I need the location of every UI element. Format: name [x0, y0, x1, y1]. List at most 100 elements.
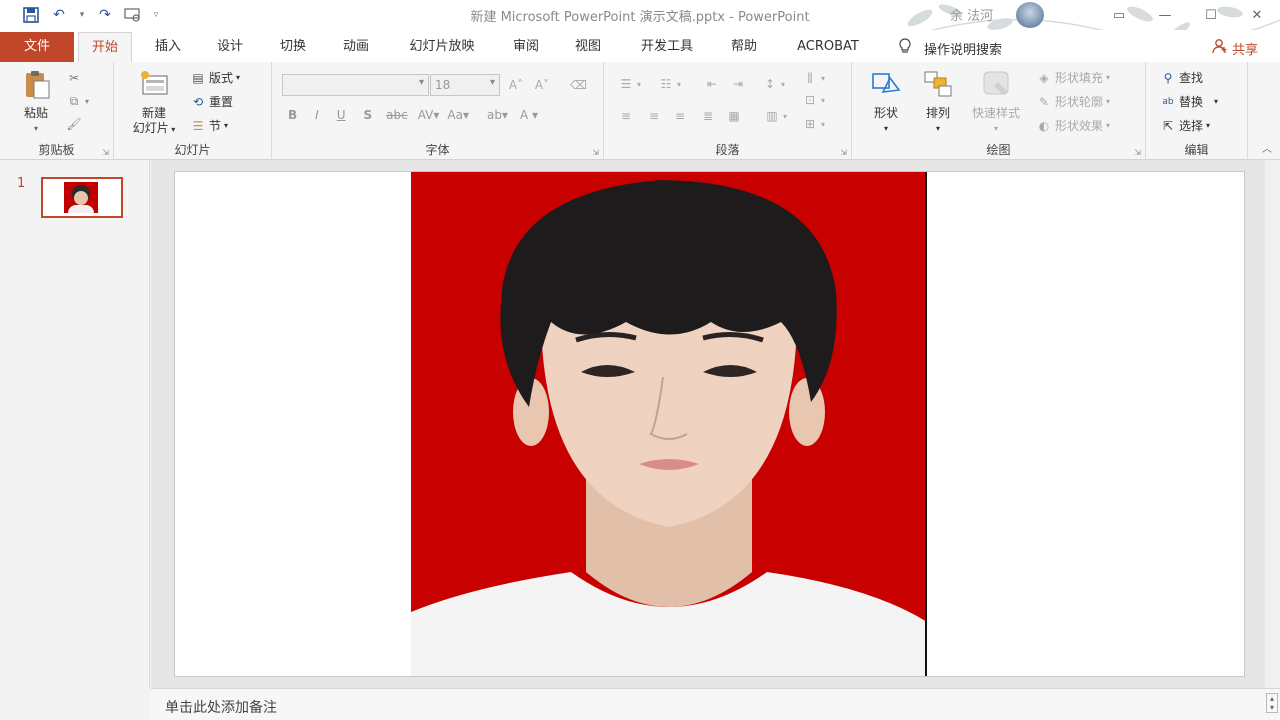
- font-color-icon[interactable]: A ▾: [520, 108, 538, 122]
- italic-icon[interactable]: I: [315, 108, 319, 122]
- change-case-icon[interactable]: Aa▾: [447, 108, 469, 122]
- strikethrough-icon[interactable]: abc: [386, 108, 408, 122]
- format-painter-button[interactable]: 🖌: [66, 116, 82, 132]
- user-avatar[interactable]: [1016, 2, 1044, 28]
- font-size-value: 18: [435, 78, 451, 92]
- new-slide-label-2: 幻灯片: [132, 121, 169, 135]
- tab-animations[interactable]: 动画: [334, 32, 378, 62]
- font-label: 字体: [425, 143, 450, 157]
- align-left-button[interactable]: ≡: [618, 108, 634, 124]
- quick-styles-label: 快速样式: [971, 106, 1020, 120]
- section-label: 节: [209, 119, 222, 133]
- undo-icon[interactable]: ↶: [48, 4, 70, 26]
- ribbon-display-options-icon[interactable]: ▭: [1096, 0, 1142, 30]
- smartart-button[interactable]: ⊞ ▾: [802, 116, 825, 132]
- columns-icon: ▥: [766, 109, 778, 123]
- distributed-button[interactable]: ▦: [726, 108, 742, 124]
- justify-button[interactable]: ≣: [700, 108, 716, 124]
- slideshow-from-start-icon[interactable]: [122, 4, 144, 26]
- new-slide-button[interactable]: 新建 幻灯片 ▾: [124, 68, 184, 137]
- align-left-icon: ≡: [620, 109, 632, 123]
- layout-button[interactable]: ▤ 版式 ▾: [190, 69, 240, 86]
- tab-help[interactable]: 帮助: [722, 32, 766, 62]
- slides-label: 幻灯片: [174, 143, 211, 157]
- tab-home[interactable]: 开始: [78, 32, 132, 62]
- font-name-combobox[interactable]: ▾: [282, 74, 429, 96]
- minimize-icon[interactable]: —: [1142, 0, 1188, 30]
- shapes-button[interactable]: 形状 ▾: [864, 68, 908, 136]
- search-icon: ⚲: [1163, 70, 1173, 85]
- shape-outline-button[interactable]: ✎ 形状轮廓 ▾: [1036, 93, 1110, 110]
- notes-placeholder: 单击此处添加备注: [165, 700, 277, 716]
- decrease-font-size-button[interactable]: A˅: [534, 77, 550, 93]
- portrait-photo[interactable]: [411, 172, 927, 676]
- save-icon[interactable]: [20, 4, 42, 26]
- distributed-icon: ▦: [728, 109, 740, 123]
- notes-scroll-icon[interactable]: ▴ ▾: [1266, 693, 1278, 713]
- cut-button[interactable]: ✂: [66, 70, 82, 86]
- maximize-icon[interactable]: ☐: [1188, 0, 1234, 30]
- font-launcher-icon[interactable]: ⇲: [592, 148, 599, 157]
- arrange-button[interactable]: 排列 ▾: [916, 68, 960, 136]
- quick-styles-button[interactable]: 快速样式 ▾: [964, 68, 1028, 136]
- bold-icon[interactable]: B: [288, 108, 297, 122]
- share-button[interactable]: 共享: [1212, 38, 1258, 58]
- select-button[interactable]: ⇱ 选择 ▾: [1160, 117, 1210, 134]
- text-shadow-icon[interactable]: S: [364, 108, 373, 122]
- user-name[interactable]: 余 法河: [950, 5, 993, 24]
- decrease-indent-button[interactable]: ⇤: [704, 76, 720, 92]
- reset-button[interactable]: ⟲ 重置: [190, 93, 233, 110]
- vertical-scrollbar[interactable]: [1265, 160, 1280, 688]
- notes-pane[interactable]: 单击此处添加备注 ▴ ▾: [151, 688, 1280, 720]
- center-button[interactable]: ≡: [646, 108, 662, 124]
- numbering-button[interactable]: ☷ ▾: [658, 76, 681, 92]
- align-right-button[interactable]: ≡: [672, 108, 688, 124]
- align-text-button[interactable]: ⊡ ▾: [802, 92, 825, 108]
- paste-label: 粘贴: [23, 106, 48, 120]
- copy-button[interactable]: ⧉ ▾: [66, 93, 89, 109]
- tab-transitions[interactable]: 切换: [271, 32, 315, 62]
- paragraph-launcher-icon[interactable]: ⇲: [840, 148, 847, 157]
- tell-me-search[interactable]: 操作说明搜索: [898, 38, 1002, 58]
- collapse-ribbon-icon[interactable]: ︿: [1262, 140, 1272, 155]
- character-spacing-icon[interactable]: AV▾: [418, 108, 440, 122]
- tab-developer[interactable]: 开发工具: [630, 32, 704, 62]
- slides-group: 新建 幻灯片 ▾ ▤ 版式 ▾ ⟲ 重置 ☰ 节 ▾ 幻灯片: [114, 62, 272, 160]
- paste-button[interactable]: 粘贴 ▾: [14, 68, 58, 136]
- replace-button[interactable]: ab 替换 ▾: [1160, 93, 1218, 110]
- shape-effects-button[interactable]: ◐ 形状效果 ▾: [1036, 117, 1110, 134]
- tab-file[interactable]: 文件: [0, 32, 74, 62]
- tab-insert[interactable]: 插入: [146, 32, 190, 62]
- undo-dropdown-icon[interactable]: ▾: [76, 4, 88, 26]
- clear-formatting-button[interactable]: ⌫: [570, 77, 587, 93]
- tab-slideshow[interactable]: 幻灯片放映: [398, 32, 486, 62]
- section-button[interactable]: ☰ 节 ▾: [190, 117, 228, 134]
- tab-acrobat[interactable]: ACROBAT: [786, 32, 870, 62]
- increase-font-icon: A˄: [508, 78, 524, 92]
- redo-icon[interactable]: ↷: [94, 4, 116, 26]
- increase-indent-button[interactable]: ⇥: [730, 76, 746, 92]
- font-size-combobox[interactable]: 18 ▾: [430, 74, 500, 96]
- customize-toolbar-icon[interactable]: ▿: [150, 4, 162, 26]
- align-text-icon: ⊡: [804, 93, 816, 107]
- text-direction-button[interactable]: ⫼ ▾: [802, 70, 825, 86]
- tab-review[interactable]: 审阅: [504, 32, 548, 62]
- underline-icon[interactable]: U: [337, 108, 346, 122]
- bullets-button[interactable]: ☰ ▾: [618, 76, 641, 92]
- columns-button[interactable]: ▥ ▾: [764, 108, 787, 124]
- increase-font-size-button[interactable]: A˄: [508, 77, 524, 93]
- slide-thumbnail[interactable]: [41, 177, 123, 218]
- drawing-launcher-icon[interactable]: ⇲: [1134, 148, 1141, 157]
- shape-fill-button[interactable]: ◈ 形状填充 ▾: [1036, 69, 1110, 86]
- smartart-icon: ⊞: [804, 117, 816, 131]
- layout-dropdown-icon: ▾: [236, 73, 241, 82]
- close-icon[interactable]: ✕: [1234, 0, 1280, 30]
- tab-view[interactable]: 视图: [566, 32, 610, 62]
- find-button[interactable]: ⚲ 查找: [1160, 69, 1203, 86]
- slide-canvas[interactable]: [174, 171, 1245, 677]
- highlight-icon[interactable]: ab▾: [487, 108, 508, 122]
- line-spacing-button[interactable]: ↕ ▾: [762, 76, 785, 92]
- tab-design[interactable]: 设计: [208, 32, 252, 62]
- align-center-icon: ≡: [648, 109, 660, 123]
- clipboard-launcher-icon[interactable]: ⇲: [102, 148, 109, 157]
